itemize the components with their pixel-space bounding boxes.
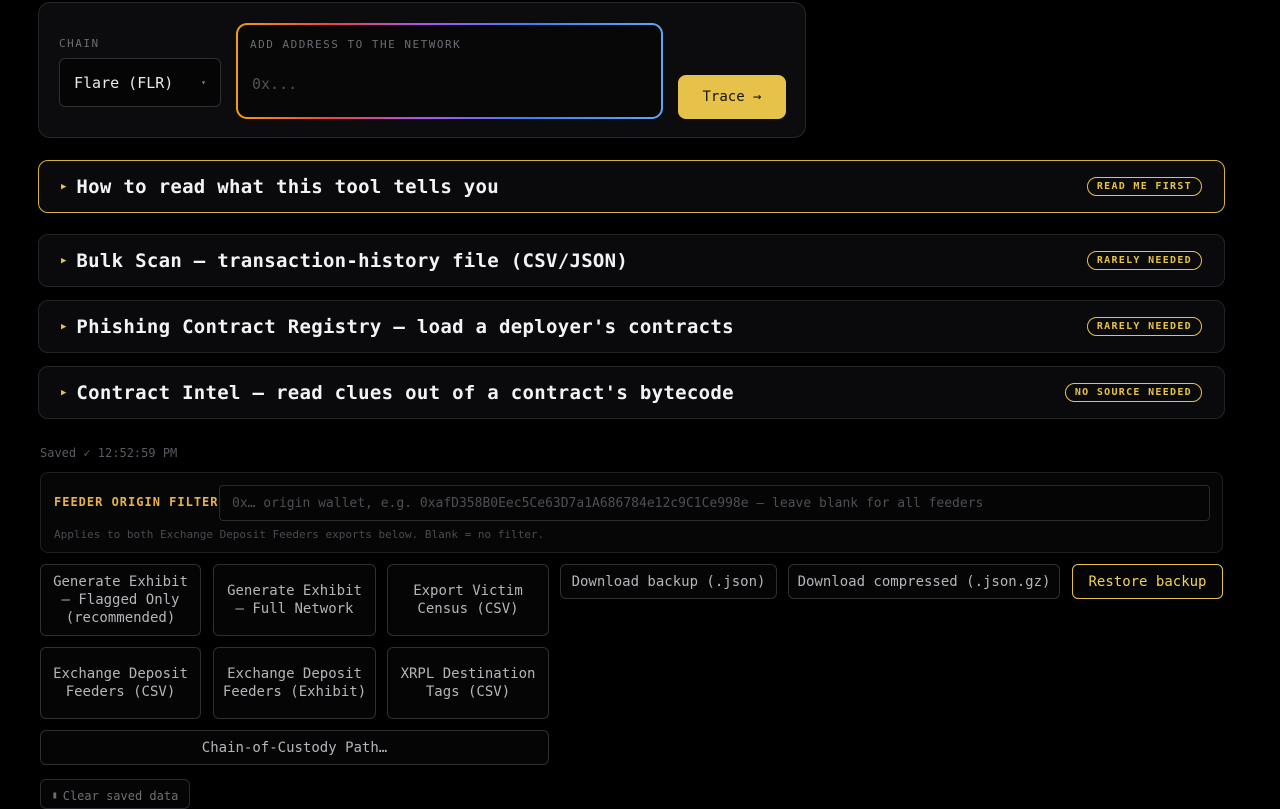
accordion-badge: RARELY NEEDED	[1086, 317, 1202, 336]
exchange-deposit-feeders-exhibit-button[interactable]: Exchange Deposit Feeders (Exhibit)	[213, 647, 376, 719]
accordion-how-to-read[interactable]: ▶ How to read what this tool tells you R…	[38, 160, 1225, 213]
exchange-deposit-feeders-csv-button[interactable]: Exchange Deposit Feeders (CSV)	[40, 647, 201, 719]
download-compressed-button[interactable]: Download compressed (.json.gz)	[788, 564, 1060, 599]
address-field[interactable]: ADD ADDRESS TO THE NETWORK	[236, 23, 663, 119]
feeder-filter-hint: Applies to both Exchange Deposit Feeders…	[54, 528, 545, 541]
download-backup-button[interactable]: Download backup (.json)	[560, 564, 777, 599]
address-input[interactable]	[250, 73, 645, 95]
triangle-right-icon: ▶	[61, 321, 67, 332]
address-label: ADD ADDRESS TO THE NETWORK	[250, 38, 462, 51]
accordion-bulk-scan[interactable]: ▶ Bulk Scan — transaction-history file (…	[38, 234, 1225, 287]
export-victim-census-button[interactable]: Export Victim Census (CSV)	[387, 564, 549, 636]
trace-panel: CHAIN Flare (FLR) ▾ ADD ADDRESS TO THE N…	[38, 2, 806, 138]
chain-of-custody-button[interactable]: Chain-of-Custody Path…	[40, 730, 549, 765]
accordion-title: How to read what this tool tells you	[76, 175, 500, 198]
chain-select[interactable]: Flare (FLR) ▾	[59, 58, 221, 107]
chain-select-value: Flare (FLR)	[74, 73, 174, 92]
accordion-badge: NO SOURCE NEEDED	[1064, 383, 1202, 402]
xrpl-destination-tags-button[interactable]: XRPL Destination Tags (CSV)	[387, 647, 549, 719]
accordion-contract-intel[interactable]: ▶ Contract Intel — read clues out of a c…	[38, 366, 1225, 419]
accordion-title: Contract Intel — read clues out of a con…	[76, 381, 734, 404]
restore-backup-button[interactable]: Restore backup	[1072, 564, 1223, 599]
chevron-down-icon: ▾	[201, 78, 206, 87]
feeder-origin-input[interactable]	[219, 485, 1210, 521]
accordion-title: Bulk Scan — transaction-history file (CS…	[76, 249, 629, 272]
triangle-right-icon: ▶	[61, 387, 67, 398]
clear-saved-label: Clear saved data	[62, 789, 179, 803]
triangle-right-icon: ▶	[61, 255, 67, 266]
feeder-filter-panel: FEEDER ORIGIN FILTER Applies to both Exc…	[40, 472, 1223, 553]
accordion-phishing-registry[interactable]: ▶ Phishing Contract Registry — load a de…	[38, 300, 1225, 353]
generate-exhibit-full-button[interactable]: Generate Exhibit — Full Network	[213, 564, 376, 636]
triangle-right-icon: ▶	[61, 181, 67, 192]
clear-saved-data-button[interactable]: ▮ Clear saved data	[40, 779, 190, 809]
trace-button[interactable]: Trace →	[678, 75, 786, 119]
chain-label: CHAIN	[59, 37, 100, 50]
trash-icon: ▮	[51, 790, 58, 801]
accordion-badge: RARELY NEEDED	[1086, 251, 1202, 270]
saved-status: Saved ✓ 12:52:59 PM	[40, 446, 178, 460]
accordion-title: Phishing Contract Registry — load a depl…	[76, 315, 734, 338]
generate-exhibit-flagged-button[interactable]: Generate Exhibit — Flagged Only (recomme…	[40, 564, 201, 636]
accordion-badge: READ ME FIRST	[1086, 177, 1202, 196]
feeder-filter-label: FEEDER ORIGIN FILTER	[54, 495, 219, 509]
